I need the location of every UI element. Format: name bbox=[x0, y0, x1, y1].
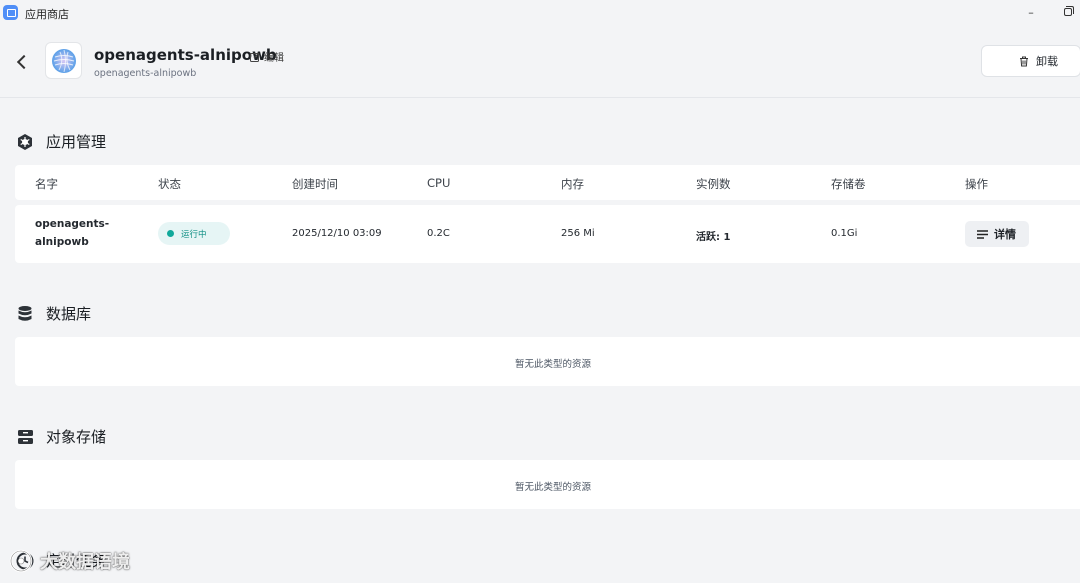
app-table-header: 名字 状态 创建时间 CPU 内存 实例数 存储卷 操作 bbox=[15, 165, 1080, 200]
status-dot-icon bbox=[167, 230, 174, 237]
column-header-status: 状态 bbox=[158, 177, 181, 191]
details-label: 详情 bbox=[994, 228, 1016, 241]
list-icon bbox=[977, 229, 988, 239]
app-logo bbox=[45, 42, 82, 79]
column-header-created: 创建时间 bbox=[292, 177, 338, 191]
row-instances: 活跃: 1 bbox=[696, 232, 731, 243]
app-logo-icon bbox=[51, 48, 76, 73]
column-header-memory: 内存 bbox=[561, 177, 584, 191]
window-title: 应用商店 bbox=[25, 8, 69, 21]
row-memory: 256 Mi bbox=[561, 228, 595, 239]
object-storage-title: 对象存储 bbox=[16, 426, 106, 447]
back-button[interactable] bbox=[12, 50, 32, 74]
database-title: 数据库 bbox=[16, 303, 91, 324]
section-title-text: 应用管理 bbox=[46, 133, 107, 151]
section-title-text: 数据库 bbox=[46, 305, 92, 323]
row-created: 2025/12/10 03:09 bbox=[292, 228, 382, 239]
row-cpu: 0.2C bbox=[427, 228, 450, 239]
window-titlebar: 应用商店 – bbox=[0, 0, 1080, 26]
database-card: 暂无此类型的资源 bbox=[15, 337, 1080, 386]
edit-icon bbox=[250, 52, 260, 62]
hexagon-gear-icon bbox=[16, 133, 34, 151]
watermark-text: 大数据语境 bbox=[40, 552, 130, 573]
watermark: 大数据语境 bbox=[8, 548, 130, 574]
app-store-icon bbox=[3, 5, 18, 20]
column-header-cpu: CPU bbox=[427, 176, 451, 190]
trash-icon bbox=[1020, 56, 1028, 66]
row-name-line1: openagents- bbox=[35, 218, 110, 230]
status-text: 运行中 bbox=[181, 229, 207, 240]
database-icon bbox=[16, 305, 34, 323]
storage-box-icon bbox=[16, 428, 34, 446]
details-button[interactable]: 详情 bbox=[965, 221, 1029, 247]
minimize-button[interactable]: – bbox=[1023, 4, 1039, 20]
column-header-volume: 存储卷 bbox=[831, 177, 866, 191]
status-badge: 运行中 bbox=[158, 222, 230, 245]
empty-state-text: 暂无此类型的资源 bbox=[514, 482, 591, 493]
restore-icon bbox=[1064, 6, 1074, 16]
column-header-actions: 操作 bbox=[965, 177, 988, 191]
edit-label: 编辑 bbox=[264, 53, 284, 64]
row-volume: 0.1Gi bbox=[831, 228, 858, 239]
object-storage-card: 暂无此类型的资源 bbox=[15, 460, 1080, 509]
column-header-instances: 实例数 bbox=[696, 177, 731, 191]
chevron-left-icon bbox=[16, 54, 32, 70]
restore-button[interactable] bbox=[1060, 4, 1076, 20]
edit-button[interactable]: 编辑 bbox=[250, 49, 284, 64]
row-name-line2: alnipowb bbox=[35, 236, 89, 248]
column-header-name: 名字 bbox=[35, 177, 58, 191]
empty-state-text: 暂无此类型的资源 bbox=[514, 359, 591, 370]
app-subtitle: openagents-alnipowb bbox=[94, 68, 197, 79]
table-row: openagents- alnipowb 运行中 2025/12/10 03:0… bbox=[15, 205, 1080, 263]
app-header: openagents-alnipowb 编辑 openagents-alnipo… bbox=[0, 26, 1080, 98]
app-management-title: 应用管理 bbox=[16, 131, 106, 152]
uninstall-button[interactable]: 卸载 bbox=[981, 45, 1080, 77]
watermark-logo-icon bbox=[9, 549, 33, 573]
section-title-text: 对象存储 bbox=[46, 428, 107, 446]
uninstall-label: 卸载 bbox=[1036, 55, 1058, 68]
